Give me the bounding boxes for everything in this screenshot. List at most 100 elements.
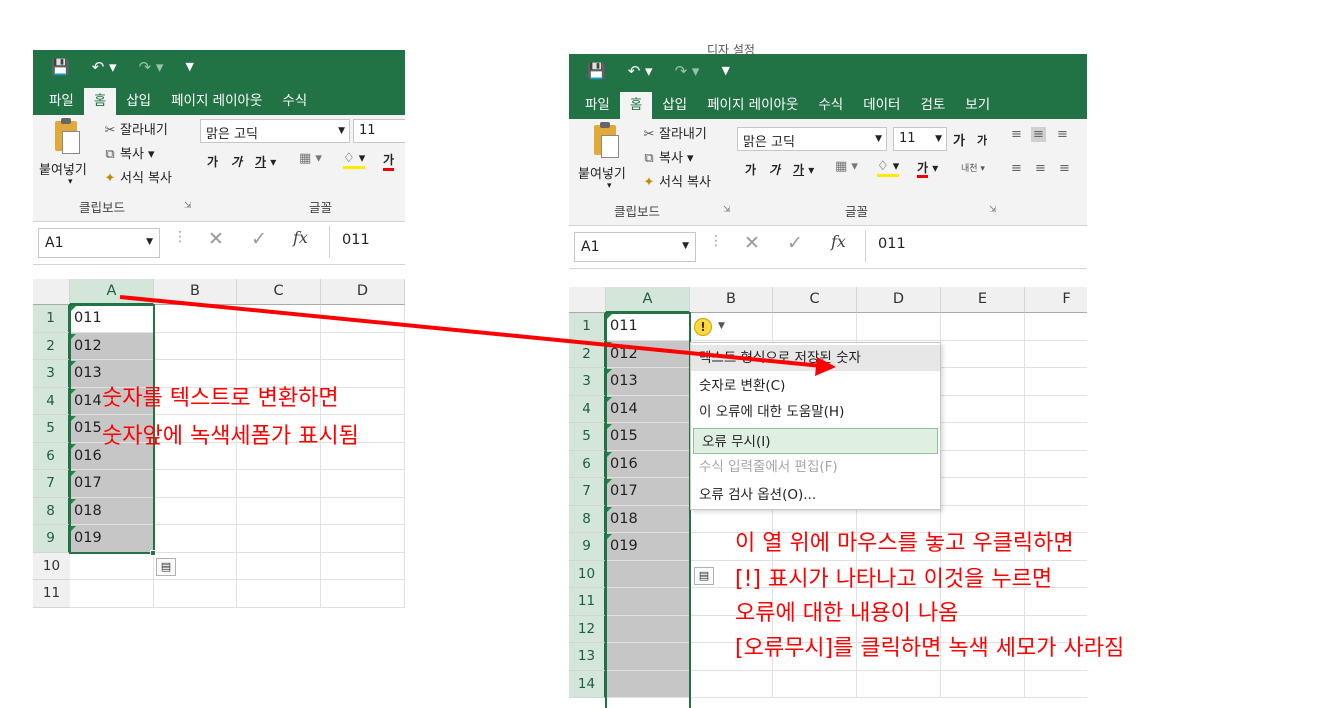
cell[interactable] [1025, 313, 1087, 341]
row-header[interactable]: 5 [33, 415, 70, 443]
cell[interactable] [1025, 368, 1087, 396]
tab-page-layout[interactable]: 페이지 레이아웃 [161, 88, 272, 115]
font-name-select[interactable]: 맑은 고딕 ▼ [200, 119, 350, 143]
cell[interactable] [237, 552, 321, 580]
row-header[interactable]: 3 [33, 360, 70, 388]
cell-a[interactable]: 017 [70, 470, 154, 498]
cell-a[interactable] [70, 552, 154, 580]
font-dialog-launcher-icon[interactable]: ⇲ [989, 205, 997, 215]
cell[interactable] [154, 360, 237, 388]
row-header[interactable]: 11 [569, 588, 606, 616]
column-header-a[interactable]: A [70, 279, 154, 305]
copy-button[interactable]: ⧉ 복사 ▾ [642, 147, 693, 166]
column-header-d[interactable]: D [321, 279, 405, 305]
cut-button[interactable]: ✂ 잘라내기 [642, 123, 707, 142]
row-header[interactable]: 9 [33, 525, 70, 553]
row-header[interactable]: 2 [569, 340, 606, 368]
column-header-b[interactable]: B [154, 279, 237, 305]
cell[interactable] [941, 423, 1025, 451]
error-dropdown-icon[interactable]: ▼ [718, 321, 725, 331]
fill-color-icon[interactable]: ♢ ▾ [877, 159, 900, 177]
underline-button[interactable]: 가 ▾ [255, 153, 276, 170]
tab-file[interactable]: 파일 [575, 92, 620, 119]
cell[interactable] [690, 670, 773, 698]
tab-formulas[interactable]: 수식 [272, 88, 317, 115]
row-header[interactable]: 12 [569, 615, 606, 643]
cell[interactable] [154, 305, 237, 333]
cell[interactable] [1025, 396, 1087, 423]
underline-button[interactable]: 가 ▾ [793, 161, 814, 178]
borders-icon[interactable]: ▦ ▾ [835, 159, 858, 174]
align-top-icon[interactable]: ≡ [1011, 127, 1022, 142]
font-color-icon[interactable]: 가 ▾ [917, 159, 938, 178]
row-header[interactable]: 1 [569, 313, 606, 341]
row-header[interactable]: 10 [569, 560, 606, 588]
cell-a[interactable] [606, 643, 690, 671]
bold-button[interactable]: 가 [745, 161, 756, 178]
cell[interactable] [321, 580, 405, 608]
cell[interactable] [773, 670, 857, 698]
cell-a[interactable]: 016 [606, 450, 690, 478]
cell[interactable] [1025, 451, 1087, 478]
paste-options-icon[interactable]: ▤ [694, 567, 714, 585]
column-header-c[interactable]: C [773, 287, 857, 313]
cell-a[interactable]: 014 [606, 395, 690, 423]
customize-qat-icon[interactable]: ▼ [185, 60, 193, 73]
cell-a[interactable]: 013 [606, 368, 690, 396]
error-warning-icon[interactable]: ! [694, 318, 712, 336]
row-header[interactable]: 3 [569, 368, 606, 396]
grow-font-button[interactable]: 가 [953, 130, 965, 149]
cell[interactable] [237, 470, 321, 498]
cell[interactable] [941, 670, 1025, 698]
menu-item-ignore-error[interactable]: 오류 무시(I) [693, 428, 938, 454]
name-box[interactable]: A1 ▼ [38, 228, 160, 258]
cell-a[interactable] [606, 560, 690, 588]
cell-a[interactable]: 011 [606, 313, 690, 341]
tab-review[interactable]: 검토 [910, 92, 955, 119]
phonetic-button[interactable]: 내천 ▾ [961, 161, 985, 174]
cell[interactable] [857, 313, 941, 341]
fill-color-icon[interactable]: ♢ ▾ [343, 151, 366, 169]
cell[interactable] [941, 340, 1025, 368]
format-painter-button[interactable]: ✦ 서식 복사 [103, 167, 172, 186]
align-bottom-icon[interactable]: ≡ [1057, 127, 1068, 142]
tab-view[interactable]: 보기 [955, 92, 1000, 119]
enter-icon[interactable]: ✓ [787, 232, 803, 254]
menu-item-error-help[interactable]: 이 오류에 대한 도움말(H) [691, 399, 940, 425]
cell[interactable] [1025, 423, 1087, 451]
cell[interactable] [1025, 478, 1087, 506]
font-color-icon[interactable]: 가 [383, 151, 395, 171]
font-name-select[interactable]: 맑은 고딕 ▼ [737, 127, 887, 151]
cell[interactable] [941, 505, 1025, 533]
redo-icon[interactable]: ↷ ▾ [675, 62, 700, 80]
menu-item-error-checking-options[interactable]: 오류 검사 옵션(O)... [691, 482, 940, 508]
row-header[interactable]: 9 [569, 533, 606, 561]
cell[interactable] [941, 450, 1025, 478]
tab-page-layout[interactable]: 페이지 레이아웃 [697, 92, 808, 119]
menu-item-convert-to-number[interactable]: 숫자로 변환(C) [691, 373, 940, 399]
cell-a[interactable] [606, 615, 690, 643]
paste-button[interactable]: 붙여넣기 [578, 163, 626, 182]
cell[interactable] [154, 332, 237, 360]
fill-handle[interactable] [150, 550, 156, 556]
cell-a[interactable]: 019 [70, 525, 154, 553]
insert-function-icon[interactable]: fx [831, 232, 846, 251]
cell[interactable] [321, 305, 405, 333]
align-middle-icon[interactable]: ≡ [1031, 127, 1046, 142]
undo-icon[interactable]: ↶ ▾ [92, 58, 117, 76]
save-icon[interactable]: 💾 [587, 62, 606, 80]
cancel-icon[interactable]: ✕ [208, 228, 224, 250]
cell[interactable] [154, 525, 237, 553]
row-header[interactable]: 11 [33, 580, 70, 608]
formula-input[interactable]: 011 [329, 226, 382, 258]
cell[interactable] [237, 497, 321, 525]
tab-insert[interactable]: 삽입 [652, 92, 697, 119]
cell[interactable] [1025, 506, 1087, 533]
select-all-corner[interactable] [569, 287, 606, 313]
insert-function-icon[interactable]: fx [293, 228, 308, 247]
cell-a[interactable]: 015 [606, 423, 690, 451]
enter-icon[interactable]: ✓ [251, 228, 267, 250]
cut-button[interactable]: ✂ 잘라내기 [103, 119, 168, 138]
cell[interactable] [1025, 671, 1087, 698]
cell[interactable] [941, 478, 1025, 506]
